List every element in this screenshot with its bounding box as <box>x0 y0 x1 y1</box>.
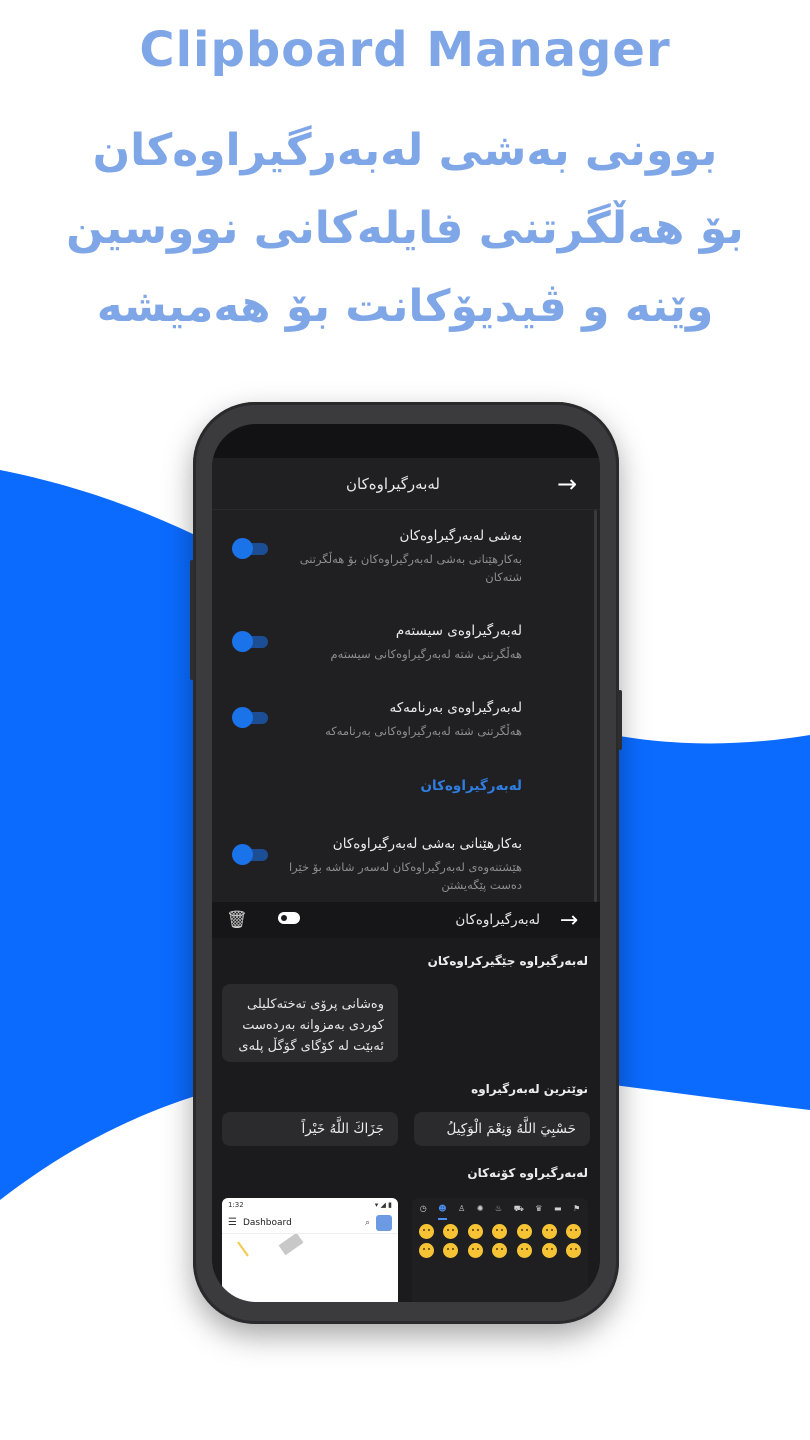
clipboard-section-toggle[interactable] <box>230 538 270 559</box>
tagline-line: بوونی بەشی لەبەرگیراوەکان <box>92 125 718 176</box>
setting-system-clipboard[interactable]: لەبەرگیراوەی سیستەم هەڵگرتنی شتە لەبەرگی… <box>282 623 522 663</box>
clipboard-title: لەبەرگیراوەکان <box>455 912 540 928</box>
setting-title: بەکارهێنانی بەشی لەبەرگیراوەکان <box>332 836 522 852</box>
settings-title: لەبەرگیراوەکان <box>345 474 440 493</box>
emoji <box>566 1243 582 1258</box>
trophy-icon: ♛ <box>535 1204 543 1213</box>
screenshot-app-bar: ☰ Dashboard ⌕ <box>222 1212 398 1234</box>
emoji <box>517 1243 533 1258</box>
old-header: لەبەرگیراوە کۆنەکان <box>467 1166 588 1180</box>
menu-icon: ☰ <box>228 1217 237 1228</box>
clipboard-toolbar: → لەبەرگیراوەکان 🗑 <box>212 902 600 938</box>
setting-use-clipboard-section[interactable]: بەکارهێنانی بەشی لەبەرگیراوەکان هێشتنەوە… <box>282 836 522 894</box>
settings-panel: → لەبەرگیراوەکان بەشی لەبەرگیراوەکان بەک… <box>212 458 600 902</box>
emoji <box>443 1243 459 1258</box>
toggle-icon[interactable] <box>278 912 300 924</box>
setting-title: لەبەرگیراوەی سیستەم <box>395 623 522 639</box>
person-icon: ♙ <box>458 1204 466 1213</box>
system-clipboard-toggle[interactable] <box>230 631 270 652</box>
clipboard-panel: → لەبەرگیراوەکان 🗑 لەبەرگیراوە جێگیرکراو… <box>212 902 600 1302</box>
setting-title: لەبەرگیراوەی بەرنامەکە <box>389 700 522 716</box>
screenshot-illustration <box>237 1232 304 1257</box>
setting-clipboard-section[interactable]: بەشی لەبەرگیراوەکان بەکارهێنانی بەشی لەب… <box>282 528 522 586</box>
section-header: لەبەرگیراوەکان <box>420 778 522 794</box>
back-arrow-icon[interactable]: → <box>552 470 582 498</box>
status-icons: ▾ ◢ ▮ <box>374 1201 392 1209</box>
tagline: بوونی بەشی لەبەرگیراوەکان بۆ هەڵگرتنی فا… <box>40 112 770 346</box>
power-button <box>618 690 622 750</box>
screenshot-title: Dashboard <box>242 1217 292 1228</box>
emoji <box>517 1224 533 1239</box>
emoji-icon: ☻ <box>438 1204 447 1220</box>
pinned-clip-item[interactable]: وەشانی پرۆی تەختەکلیلی کوردی بەمزوانە بە… <box>222 984 398 1062</box>
setting-app-clipboard[interactable]: لەبەرگیراوەی بەرنامەکە هەڵگرتنی شتە لەبە… <box>282 700 522 740</box>
setting-title: بەشی لەبەرگیراوەکان <box>399 528 522 544</box>
emoji-grid <box>412 1220 588 1262</box>
setting-description: هەڵگرتنی شتە لەبەرگیراوەکانی سیستەم <box>330 647 522 661</box>
pinned-header: لەبەرگیراوە جێگیرکراوەکان <box>427 954 588 968</box>
status-time: 1:32 <box>228 1201 244 1209</box>
emoji <box>443 1224 459 1239</box>
setting-description: بەکارهێنانی بەشی لەبەرگیراوەکان بۆ هەڵگر… <box>299 552 522 584</box>
trash-icon[interactable]: 🗑 <box>226 910 248 930</box>
back-arrow-icon[interactable]: → <box>554 908 584 933</box>
use-clipboard-toggle[interactable] <box>230 844 270 865</box>
tagline-line: بۆ هەڵگرتنی فایلەکانی نووسین <box>66 203 744 254</box>
emoji-clip-item[interactable]: ◷ ☻ ♙ ✺ ♨ ⛟ ♛ ▬ ⚑ <box>412 1198 588 1302</box>
recent-clip-item[interactable]: حَسْبِيَ اللَّهُ وَنِعْمَ الْوَكِيلُ <box>414 1112 590 1146</box>
emoji <box>492 1224 508 1239</box>
phone-screen: → لەبەرگیراوەکان بەشی لەبەرگیراوەکان بەک… <box>212 424 600 1302</box>
emoji <box>541 1243 557 1258</box>
car-icon: ⛟ <box>513 1204 524 1213</box>
bulb-icon: ✺ <box>476 1204 484 1213</box>
setting-description: هێشتنەوەی لەبەرگیراوەکان لەسەر شاشە بۆ خ… <box>288 860 522 892</box>
recent-clip-item[interactable]: جَزَاكَ اللَّهُ خَيْراً <box>222 1112 398 1146</box>
object-icon: ▬ <box>553 1204 562 1213</box>
flag-icon: ⚑ <box>573 1204 581 1213</box>
app-title: Clipboard Manager <box>139 22 671 78</box>
recent-header: نوێترین لەبەرگیراوە <box>471 1082 588 1096</box>
emoji <box>492 1243 508 1258</box>
emoji <box>418 1243 434 1258</box>
emoji <box>566 1224 582 1239</box>
emoji <box>418 1224 434 1239</box>
setting-description: هەڵگرتنی شتە لەبەرگیراوەکانی بەرنامەکە <box>325 724 522 738</box>
emoji <box>467 1243 483 1258</box>
emoji-tabs: ◷ ☻ ♙ ✺ ♨ ⛟ ♛ ▬ ⚑ <box>412 1198 588 1220</box>
emoji <box>541 1224 557 1239</box>
clock-icon: ◷ <box>419 1204 427 1213</box>
app-icon <box>376 1214 392 1231</box>
volume-button <box>190 560 194 680</box>
search-icon: ⌕ <box>364 1217 370 1228</box>
screenshot-clip-item[interactable]: 1:32 ▾ ◢ ▮ ☰ Dashboard ⌕ <box>222 1198 398 1302</box>
tagline-line: وێنە و ڤیدیۆکانت بۆ هەمیشە <box>96 281 714 332</box>
scrollbar[interactable] <box>594 510 597 902</box>
status-bar: 1:32 ▾ ◢ ▮ <box>222 1198 398 1212</box>
emoji <box>467 1224 483 1239</box>
app-clipboard-toggle[interactable] <box>230 707 270 728</box>
settings-toolbar: → لەبەرگیراوەکان <box>212 458 600 510</box>
food-icon: ♨ <box>495 1204 503 1213</box>
